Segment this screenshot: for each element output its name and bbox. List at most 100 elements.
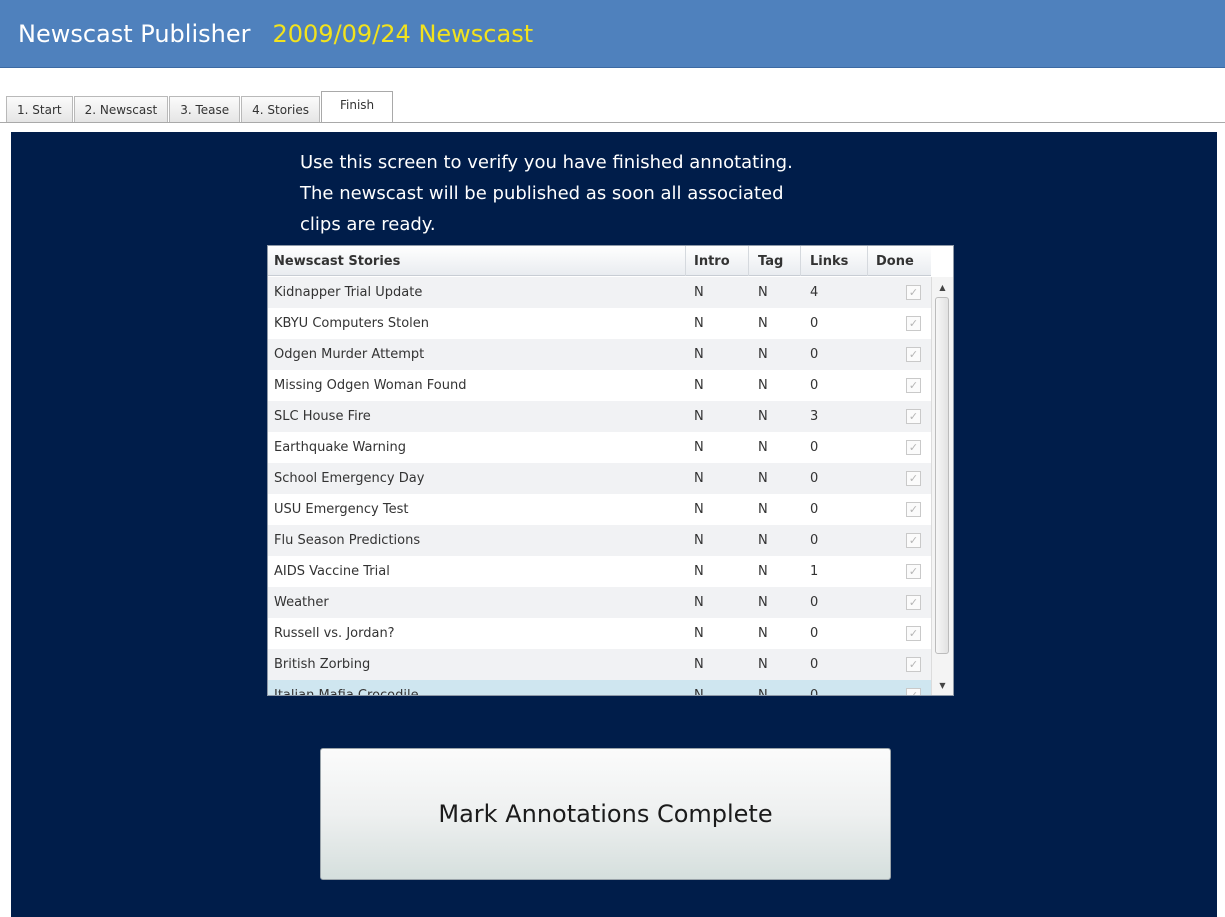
story-title-cell: Missing Odgen Woman Found [274, 378, 467, 393]
story-title-cell: Kidnapper Trial Update [274, 285, 423, 300]
table-row[interactable]: USU Emergency Test N N 0 ✓ [268, 494, 931, 525]
done-cell: ✓ [868, 587, 931, 618]
stories-grid: Newscast Stories Intro Tag Links Done Ki… [267, 245, 954, 696]
done-checkbox[interactable]: ✓ [906, 533, 921, 548]
links-cell: 0 [810, 316, 819, 331]
story-title-cell: KBYU Computers Stolen [274, 316, 430, 331]
table-row[interactable]: School Emergency Day N N 0 ✓ [268, 463, 931, 494]
tab-newscast[interactable]: 2. Newscast [73, 96, 169, 123]
tag-cell: N [758, 440, 768, 455]
app-title: Newscast Publisher [18, 19, 251, 48]
table-row[interactable]: SLC House Fire N N 3 ✓ [268, 401, 931, 432]
mark-annotations-complete-button[interactable]: Mark Annotations Complete [320, 748, 891, 880]
tag-cell: N [758, 502, 768, 517]
done-checkbox[interactable]: ✓ [906, 688, 921, 695]
table-row[interactable]: Weather N N 0 ✓ [268, 587, 931, 618]
tag-cell: N [758, 378, 768, 393]
tab-tease[interactable]: 3. Tease [169, 96, 241, 123]
grid-scrollbar[interactable]: ▲ ▼ [931, 277, 953, 695]
intro-cell: N [694, 657, 704, 672]
scroll-down-icon[interactable]: ▼ [932, 676, 953, 694]
links-cell: 0 [810, 595, 819, 610]
intro-cell: N [694, 347, 704, 362]
tab-finish[interactable]: Finish [320, 91, 394, 123]
tag-cell: N [758, 657, 768, 672]
links-cell: 0 [810, 688, 819, 696]
table-row[interactable]: AIDS Vaccine Trial N N 1 ✓ [268, 556, 931, 587]
table-row[interactable]: Italian Mafia Crocodile N N 0 ✓ [268, 680, 931, 696]
story-title-cell: AIDS Vaccine Trial [274, 564, 390, 579]
tag-cell: N [758, 688, 768, 696]
scroll-thumb[interactable] [935, 297, 949, 654]
done-checkbox[interactable]: ✓ [906, 564, 921, 579]
scroll-up-icon[interactable]: ▲ [932, 278, 953, 296]
story-title-cell: USU Emergency Test [274, 502, 409, 517]
done-checkbox[interactable]: ✓ [906, 626, 921, 641]
tab-content: Use this screen to verify you have finis… [0, 122, 1225, 917]
tag-cell: N [758, 285, 768, 300]
links-cell: 0 [810, 378, 819, 393]
done-checkbox[interactable]: ✓ [906, 502, 921, 517]
done-cell: ✓ [868, 463, 931, 494]
intro-cell: N [694, 502, 704, 517]
table-row[interactable]: KBYU Computers Stolen N N 0 ✓ [268, 308, 931, 339]
instructions: Use this screen to verify you have finis… [300, 147, 900, 240]
story-title-cell: Russell vs. Jordan? [274, 626, 395, 641]
tab-start[interactable]: 1. Start [6, 96, 73, 123]
table-row[interactable]: Russell vs. Jordan? N N 0 ✓ [268, 618, 931, 649]
column-header-tag[interactable]: Tag [749, 246, 801, 276]
story-title-cell: School Emergency Day [274, 471, 425, 486]
done-checkbox[interactable]: ✓ [906, 440, 921, 455]
links-cell: 1 [810, 564, 819, 579]
intro-cell: N [694, 595, 704, 610]
table-row[interactable]: Missing Odgen Woman Found N N 0 ✓ [268, 370, 931, 401]
intro-cell: N [694, 440, 704, 455]
done-checkbox[interactable]: ✓ [906, 471, 921, 486]
done-checkbox[interactable]: ✓ [906, 409, 921, 424]
intro-cell: N [694, 409, 704, 424]
instruction-line: Use this screen to verify you have finis… [300, 152, 793, 173]
tab-strip: 1. Start 2. Newscast 3. Tease 4. Stories… [6, 91, 394, 123]
table-row[interactable]: Odgen Murder Attempt N N 0 ✓ [268, 339, 931, 370]
done-checkbox[interactable]: ✓ [906, 285, 921, 300]
column-header-stories[interactable]: Newscast Stories [268, 246, 686, 276]
finish-panel: Use this screen to verify you have finis… [11, 132, 1217, 917]
links-cell: 0 [810, 657, 819, 672]
grid-body: Kidnapper Trial Update N N 4 ✓ KBYU Computers… [268, 277, 931, 696]
grid-header: Newscast Stories Intro Tag Links Done [268, 246, 931, 276]
done-checkbox[interactable]: ✓ [906, 347, 921, 362]
newscast-title: 2009/09/24 Newscast [272, 19, 534, 48]
tag-cell: N [758, 564, 768, 579]
done-checkbox[interactable]: ✓ [906, 595, 921, 610]
tag-cell: N [758, 626, 768, 641]
done-checkbox[interactable]: ✓ [906, 657, 921, 672]
table-row[interactable]: Earthquake Warning N N 0 ✓ [268, 432, 931, 463]
story-title-cell: Italian Mafia Crocodile [274, 688, 419, 696]
intro-cell: N [694, 471, 704, 486]
done-cell: ✓ [868, 401, 931, 432]
instruction-line: clips are ready. [300, 214, 436, 235]
done-cell: ✓ [868, 432, 931, 463]
intro-cell: N [694, 688, 704, 696]
done-checkbox[interactable]: ✓ [906, 316, 921, 331]
column-header-links[interactable]: Links [801, 246, 868, 276]
column-header-done[interactable]: Done [868, 246, 931, 276]
table-row[interactable]: British Zorbing N N 0 ✓ [268, 649, 931, 680]
column-header-intro[interactable]: Intro [686, 246, 749, 276]
tab-stories[interactable]: 4. Stories [241, 96, 320, 123]
title-bar: Newscast Publisher 2009/09/24 Newscast [0, 0, 1225, 68]
intro-cell: N [694, 285, 704, 300]
intro-cell: N [694, 378, 704, 393]
table-row[interactable]: Flu Season Predictions N N 0 ✓ [268, 525, 931, 556]
tag-cell: N [758, 595, 768, 610]
tag-cell: N [758, 347, 768, 362]
done-cell: ✓ [868, 680, 931, 695]
intro-cell: N [694, 316, 704, 331]
links-cell: 0 [810, 471, 819, 486]
done-cell: ✓ [868, 556, 931, 587]
links-cell: 0 [810, 626, 819, 641]
done-cell: ✓ [868, 308, 931, 339]
done-checkbox[interactable]: ✓ [906, 378, 921, 393]
table-row[interactable]: Kidnapper Trial Update N N 4 ✓ [268, 277, 931, 308]
links-cell: 0 [810, 533, 819, 548]
